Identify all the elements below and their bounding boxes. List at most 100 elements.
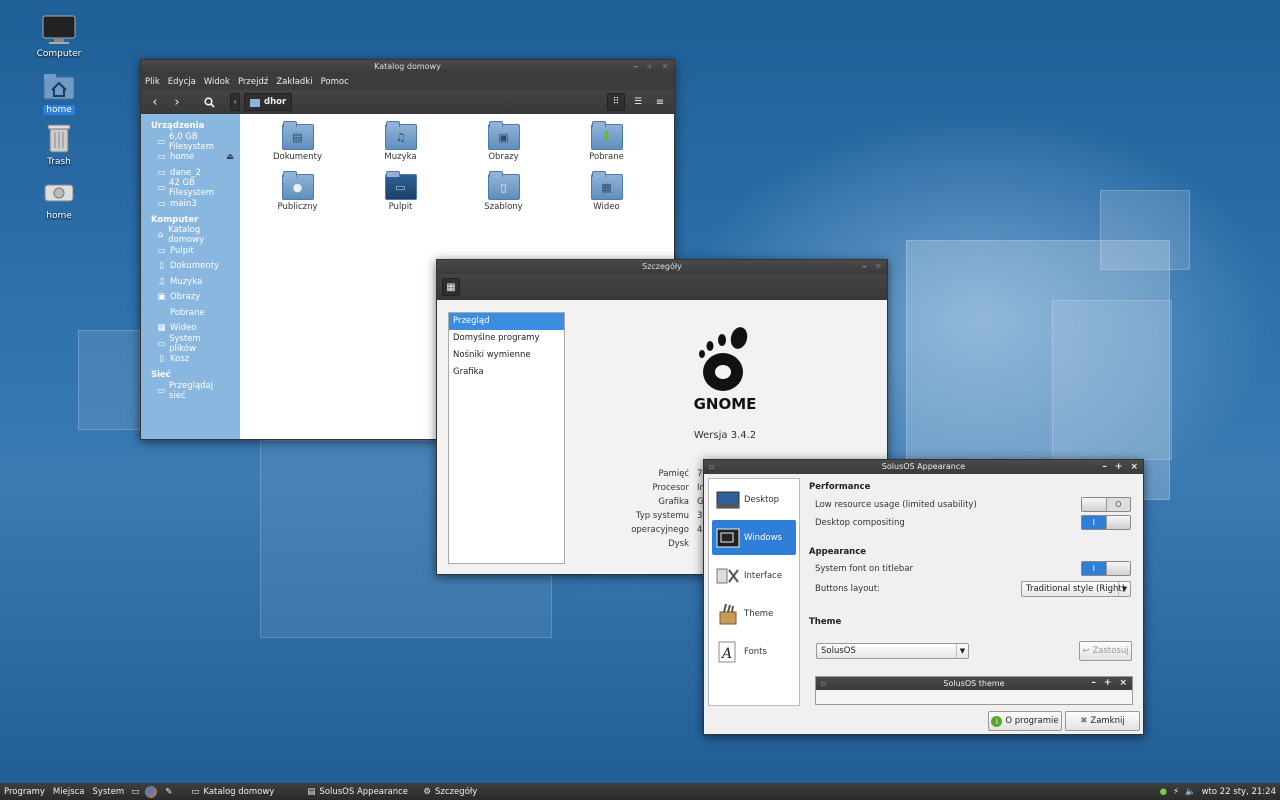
drive-icon bbox=[41, 176, 77, 208]
menu-system[interactable]: System bbox=[89, 787, 129, 797]
close-icon[interactable]: × bbox=[1130, 460, 1138, 474]
menu-edycja[interactable]: Edycja bbox=[168, 77, 196, 87]
sidebar-item-pobrane[interactable]: ↓ Pobrane bbox=[141, 305, 240, 321]
task-szczegoly[interactable]: ⚙ Szczegóły bbox=[417, 784, 533, 799]
sidebar-item-dokumenty[interactable]: ▯ Dokumenty bbox=[141, 259, 240, 275]
nav-label: Fonts bbox=[744, 646, 767, 657]
icon-view-button[interactable]: ⠿ bbox=[607, 93, 625, 111]
forward-button[interactable]: › bbox=[168, 93, 186, 111]
sidebar-item-muzyka[interactable]: ♫ Muzyka bbox=[141, 274, 240, 290]
eject-icon[interactable]: ⏏ bbox=[226, 152, 234, 162]
search-button[interactable] bbox=[200, 93, 218, 111]
sidebar-item-pulpit[interactable]: ▭ Pulpit bbox=[141, 243, 240, 259]
maximize-icon[interactable]: + bbox=[1115, 460, 1123, 474]
theme-select[interactable]: SolusOS ▼ bbox=[816, 643, 969, 659]
monitor-icon bbox=[41, 14, 77, 46]
file-item-publiczny[interactable]: ● Publiczny bbox=[246, 170, 349, 220]
sidebar-item-42gb[interactable]: ▭ 42 GB Filesystem bbox=[141, 178, 240, 198]
sidebar-item-main3[interactable]: ▭ main3 bbox=[141, 196, 240, 212]
file-item-wideo[interactable]: ▦ Wideo bbox=[555, 170, 658, 220]
file-item-muzyka[interactable]: ♫ Muzyka bbox=[349, 120, 452, 170]
nav-item-fonts[interactable]: A Fonts bbox=[712, 634, 796, 669]
desktop-icon-home[interactable]: home bbox=[29, 70, 89, 115]
minimize-icon[interactable]: – bbox=[1102, 460, 1107, 474]
desktop-icon-trash[interactable]: Trash bbox=[29, 122, 89, 167]
details-titlebar[interactable]: Szczegóły – × bbox=[437, 260, 887, 274]
file-item-dokumenty[interactable]: ▤ Dokumenty bbox=[246, 120, 349, 170]
file-item-pulpit[interactable]: ▭ Pulpit bbox=[349, 170, 452, 220]
nav-label: Desktop bbox=[744, 494, 780, 505]
clock[interactable]: wto 22 sty, 21:24 bbox=[1199, 787, 1280, 797]
menu-pomoc[interactable]: Pomoc bbox=[321, 77, 349, 87]
task-solusos-appearance[interactable]: ▤ SolusOS Appearance bbox=[301, 784, 417, 799]
sidebar-item-system-plikow[interactable]: ▭ System plików bbox=[141, 334, 240, 354]
about-button[interactable]: iO programie bbox=[988, 711, 1062, 731]
firefox-icon[interactable] bbox=[145, 785, 158, 798]
back-button[interactable]: ‹ bbox=[146, 93, 164, 111]
nav-item-windows[interactable]: Windows bbox=[712, 520, 796, 555]
file-item-obrazy[interactable]: ▣ Obrazy bbox=[452, 120, 555, 170]
menu-plik[interactable]: Plik bbox=[145, 77, 160, 87]
desktop-icon bbox=[716, 489, 740, 511]
sidebar-item-obrazy[interactable]: ▣ Obrazy bbox=[141, 290, 240, 306]
task-katalog-domowy[interactable]: ▭ Katalog domowy bbox=[185, 784, 301, 799]
network-icon: ▭ bbox=[157, 385, 166, 396]
sidebar-item-katalog-domowy[interactable]: ⌂ Katalog domowy bbox=[141, 225, 240, 245]
file-manager-launcher-icon[interactable]: ▭ bbox=[128, 787, 142, 797]
sidebar-item-przegladaj-siec[interactable]: ▭ Przeglądaj sieć bbox=[141, 381, 240, 401]
file-manager-titlebar[interactable]: Katalog domowy – + × bbox=[141, 60, 674, 74]
menu-zakladki[interactable]: Zakładki bbox=[276, 77, 312, 87]
desktop-icon-drive[interactable]: home bbox=[29, 176, 89, 221]
switch-knob bbox=[1105, 562, 1130, 575]
path-label: dhor bbox=[264, 97, 287, 107]
nav-item-nosniki[interactable]: Nośniki wymienne bbox=[449, 347, 564, 364]
sidebar-item-6gb[interactable]: ▭ 6,0 GB Filesystem bbox=[141, 132, 240, 152]
menu-programy[interactable]: Programy bbox=[0, 787, 49, 797]
minimize-icon: – bbox=[1091, 678, 1096, 688]
show-all-button[interactable]: ▦ bbox=[442, 278, 460, 296]
update-icon[interactable]: ● bbox=[1157, 787, 1170, 797]
nav-item-theme[interactable]: Theme bbox=[712, 596, 796, 631]
close-icon[interactable]: × bbox=[661, 60, 669, 74]
network-icon[interactable]: ⚡ bbox=[1170, 787, 1182, 797]
close-icon[interactable]: × bbox=[874, 260, 882, 274]
sidebar-item-label: main3 bbox=[170, 198, 197, 209]
nav-item-domyslne-programy[interactable]: Domyślne programy bbox=[449, 330, 564, 347]
nav-item-grafika[interactable]: Grafika bbox=[449, 364, 564, 381]
minimize-icon[interactable]: – bbox=[862, 260, 867, 274]
path-button-dhor[interactable]: dhor bbox=[244, 93, 293, 111]
apply-button[interactable]: ↩ Zastosuj bbox=[1079, 641, 1132, 661]
list-view-button[interactable]: ☰ bbox=[629, 93, 647, 111]
window-menu-icon[interactable]: ▫ bbox=[709, 460, 714, 474]
desktop-icon-computer[interactable]: Computer bbox=[29, 14, 89, 59]
spec-label-grafika: Grafika bbox=[658, 497, 689, 507]
nav-item-interface[interactable]: Interface bbox=[712, 558, 796, 593]
file-item-szablony[interactable]: ▯ Szablony bbox=[452, 170, 555, 220]
label-system-font: System font on titlebar bbox=[815, 564, 914, 574]
editor-launcher-icon[interactable]: ✎ bbox=[160, 787, 175, 797]
nav-item-desktop[interactable]: Desktop bbox=[712, 482, 796, 517]
close-button[interactable]: ✖ Zamknij bbox=[1065, 711, 1140, 731]
label-low-resource: Low resource usage (limited usability) bbox=[815, 500, 977, 510]
maximize-icon[interactable]: + bbox=[646, 60, 654, 74]
details-nav-list: Przegląd Domyślne programy Nośniki wymie… bbox=[448, 312, 565, 564]
file-label: Muzyka bbox=[384, 152, 417, 162]
buttons-layout-select[interactable]: Traditional style (Right) ▼ bbox=[1021, 581, 1131, 597]
nav-item-przeglad[interactable]: Przegląd bbox=[449, 313, 564, 330]
low-resource-switch[interactable]: O bbox=[1081, 497, 1131, 512]
menu-przejdz[interactable]: Przejdź bbox=[238, 77, 268, 87]
compositing-switch[interactable]: I bbox=[1081, 515, 1131, 530]
sidebar-item-label: Kosz bbox=[170, 354, 190, 365]
minimize-icon[interactable]: – bbox=[633, 60, 638, 74]
compact-view-button[interactable]: ≡ bbox=[651, 93, 669, 111]
sidebar-item-label: Pulpit bbox=[170, 245, 194, 256]
menu-miejsca[interactable]: Miejsca bbox=[49, 787, 89, 797]
sidebar-item-kosz[interactable]: ▯ Kosz bbox=[141, 352, 240, 368]
appearance-titlebar[interactable]: ▫ SolusOS Appearance – + × bbox=[704, 460, 1143, 474]
file-item-pobrane[interactable]: ⬇ Pobrane bbox=[555, 120, 658, 170]
system-font-switch[interactable]: I bbox=[1081, 561, 1131, 576]
volume-icon[interactable]: 🔈 bbox=[1182, 787, 1199, 797]
menu-widok[interactable]: Widok bbox=[204, 77, 230, 87]
sidebar-item-home[interactable]: ▭ home ⏏ bbox=[141, 150, 240, 166]
path-left-button[interactable]: ‹ bbox=[230, 93, 240, 111]
